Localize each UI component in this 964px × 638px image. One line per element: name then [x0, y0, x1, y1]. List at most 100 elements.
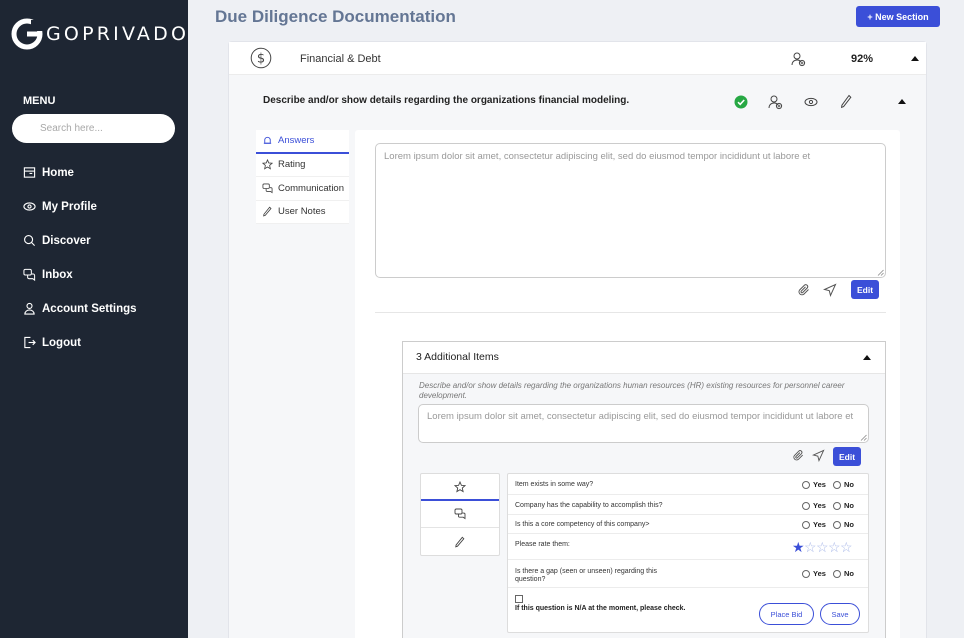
- sidebar-item-label: Home: [42, 166, 74, 179]
- send-icon[interactable]: [823, 283, 837, 297]
- rating-tabs: [420, 473, 500, 556]
- radio-circle[interactable]: [833, 501, 841, 510]
- menu-title: MENU: [23, 95, 56, 107]
- additional-answer-textarea[interactable]: Lorem ipsum dolor sit amet, consectetur …: [418, 404, 869, 443]
- additional-items-header[interactable]: 3 Additional Items: [403, 342, 885, 374]
- section-name: Financial & Debt: [300, 53, 381, 65]
- user-icon: [24, 302, 35, 315]
- na-checkbox[interactable]: [515, 595, 523, 603]
- paperclip-icon[interactable]: [797, 283, 811, 297]
- yes-radio[interactable]: Yes: [802, 520, 826, 529]
- search-placeholder: Search here...: [40, 123, 103, 134]
- resize-handle-icon[interactable]: [860, 434, 867, 441]
- sidebar-item-account-settings[interactable]: Account Settings: [23, 302, 137, 315]
- answer-panel: Lorem ipsum dolor sit amet, consectetur …: [355, 130, 900, 638]
- assign-user-icon[interactable]: [768, 94, 783, 110]
- star-icon[interactable]: ★: [792, 540, 805, 554]
- radio-circle[interactable]: [833, 480, 841, 489]
- sidebar-item-logout[interactable]: Logout: [23, 336, 81, 349]
- tab-rating[interactable]: Rating: [256, 154, 349, 177]
- rating-question: Is there a gap (seen or unseen) regardin…: [515, 568, 658, 584]
- assign-user-icon[interactable]: [791, 51, 806, 67]
- radio-circle[interactable]: [833, 569, 841, 578]
- sidebar-item-home[interactable]: Home: [23, 166, 74, 179]
- radio-circle[interactable]: [802, 480, 810, 489]
- star-icon: [454, 480, 466, 493]
- place-bid-button[interactable]: Place Bid: [759, 603, 814, 625]
- new-section-button[interactable]: + New Section: [856, 6, 940, 27]
- page-title: Due Diligence Documentation: [215, 7, 456, 26]
- sidebar-item-discover[interactable]: Discover: [23, 234, 91, 247]
- pencil-icon[interactable]: [840, 94, 852, 109]
- rating-question: Company has the capability to accomplish…: [515, 502, 663, 509]
- yes-radio[interactable]: Yes: [802, 501, 826, 510]
- rating-question-row: Item exists in some way? Yes No: [508, 474, 868, 495]
- tab-communication[interactable]: [421, 501, 499, 528]
- rating-panel: Item exists in some way? Yes No Company …: [507, 473, 869, 633]
- radio-circle[interactable]: [833, 520, 841, 529]
- rating-question: Please rate them:: [515, 541, 570, 548]
- additional-description: Describe and/or show details regarding t…: [419, 381, 845, 400]
- send-icon[interactable]: [812, 449, 825, 462]
- additional-items-title: 3 Additional Items: [416, 351, 499, 363]
- section-header[interactable]: $ Financial & Debt 92%: [229, 42, 926, 75]
- rating-question: Is this a core competency of this compan…: [515, 521, 650, 528]
- no-label: No: [844, 480, 854, 489]
- star-icon[interactable]: ☆: [828, 540, 841, 554]
- tab-label: Communication: [278, 182, 344, 194]
- edit-button[interactable]: Edit: [833, 447, 861, 466]
- no-radio[interactable]: No: [833, 520, 854, 529]
- svg-text:$: $: [257, 52, 265, 67]
- rating-question-row: Company has the capability to accomplish…: [508, 495, 868, 515]
- collapse-section-icon[interactable]: [911, 56, 919, 61]
- tab-label: Answers: [278, 135, 315, 147]
- radio-circle[interactable]: [802, 520, 810, 529]
- no-radio[interactable]: No: [833, 501, 854, 510]
- yes-label: Yes: [813, 569, 826, 578]
- radio-circle[interactable]: [802, 501, 810, 510]
- yes-radio[interactable]: Yes: [802, 569, 826, 578]
- collapse-question-icon[interactable]: [898, 99, 906, 104]
- goprivado-logo-icon: [11, 18, 43, 50]
- yes-label: Yes: [813, 480, 826, 489]
- yes-label: Yes: [813, 501, 826, 510]
- question-tabs: Answers Rating Communication User Notes: [256, 130, 349, 224]
- no-label: No: [844, 501, 854, 510]
- eye-icon[interactable]: [804, 96, 818, 108]
- section-card: $ Financial & Debt 92% Describe and/or s…: [228, 41, 927, 638]
- radio-circle[interactable]: [802, 569, 810, 578]
- tab-label: Rating: [278, 159, 306, 171]
- tab-answers[interactable]: Answers: [256, 130, 349, 154]
- dollar-icon: $: [250, 47, 272, 69]
- star-icon[interactable]: ☆: [840, 540, 853, 554]
- edit-button[interactable]: Edit: [851, 280, 879, 299]
- sidebar-item-inbox[interactable]: Inbox: [23, 268, 73, 281]
- sidebar-item-my-profile[interactable]: My Profile: [23, 200, 97, 213]
- yes-label: Yes: [813, 520, 826, 529]
- paperclip-icon[interactable]: [792, 449, 805, 462]
- search-input[interactable]: Search here...: [12, 114, 175, 143]
- sidebar: GOPRIVADO MENU Search here... Home My Pr…: [0, 0, 188, 638]
- star-icon[interactable]: ☆: [804, 540, 817, 554]
- completion-percent: 92%: [851, 53, 874, 65]
- star-icon[interactable]: ☆: [816, 540, 829, 554]
- no-radio[interactable]: No: [833, 480, 854, 489]
- no-label: No: [844, 569, 854, 578]
- save-button[interactable]: Save: [820, 603, 860, 625]
- tab-user-notes[interactable]: User Notes: [256, 201, 349, 224]
- sidebar-item-label: Inbox: [42, 268, 73, 281]
- chat-icon: [454, 508, 466, 520]
- answer-textarea[interactable]: Lorem ipsum dolor sit amet, consectetur …: [375, 143, 886, 278]
- tab-rating[interactable]: [421, 474, 499, 501]
- na-label: If this question is N/A at the moment, p…: [515, 605, 686, 612]
- logout-icon: [24, 336, 36, 349]
- yes-radio[interactable]: Yes: [802, 480, 826, 489]
- logo[interactable]: GOPRIVADO: [11, 18, 189, 50]
- star-rating[interactable]: ★ ☆ ☆ ☆ ☆: [792, 540, 853, 554]
- tab-user-notes[interactable]: [421, 528, 499, 555]
- resize-handle-icon[interactable]: [877, 269, 884, 276]
- logo-text: GOPRIVADO: [46, 23, 190, 45]
- collapse-additional-icon[interactable]: [863, 355, 871, 360]
- no-radio[interactable]: No: [833, 569, 854, 578]
- tab-communication[interactable]: Communication: [256, 177, 349, 201]
